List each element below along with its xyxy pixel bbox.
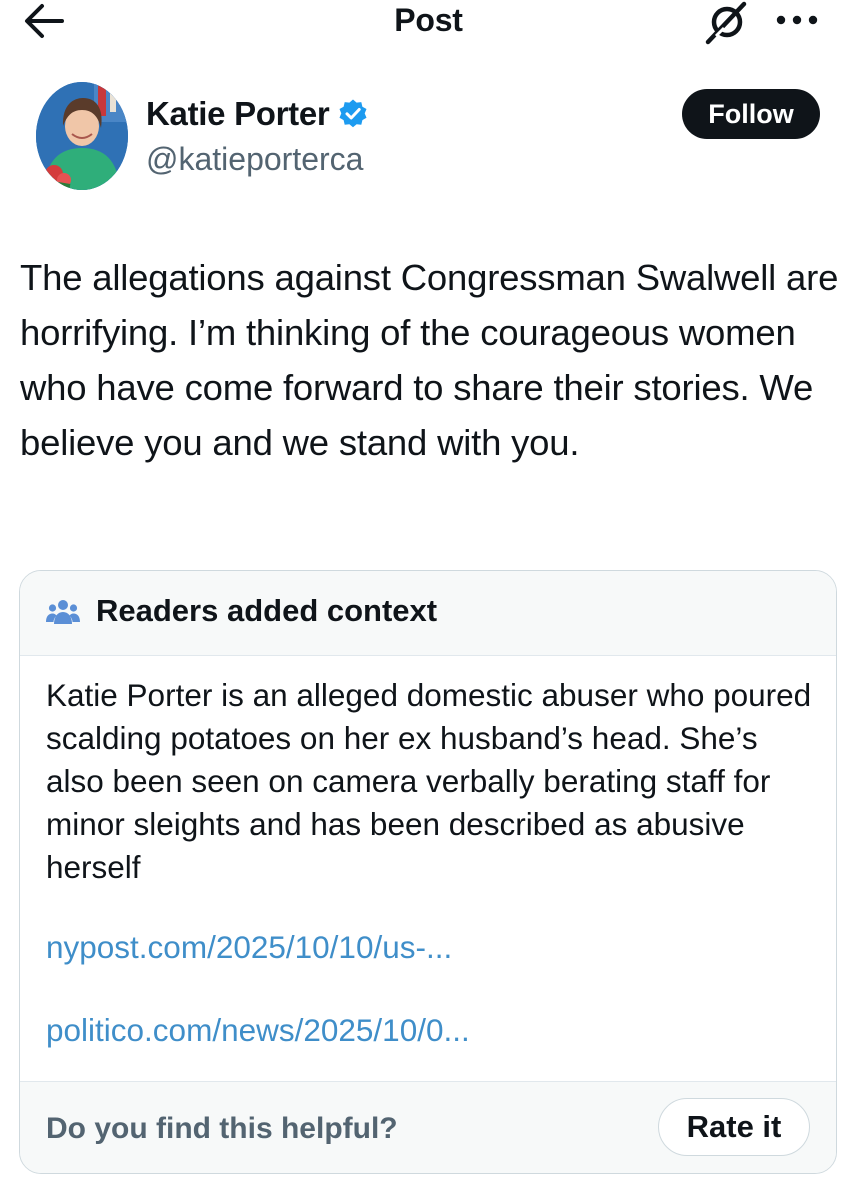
community-note-card: Readers added context Katie Porter is an…: [19, 570, 837, 1174]
follow-button[interactable]: Follow: [682, 89, 820, 139]
more-options-button[interactable]: [770, 4, 824, 36]
rate-it-button[interactable]: Rate it: [658, 1098, 810, 1156]
author-name[interactable]: Katie Porter: [146, 95, 330, 133]
grok-button[interactable]: [702, 0, 750, 46]
community-note-header: Readers added context: [20, 571, 836, 656]
post-text: The allegations against Congressman Swal…: [20, 257, 839, 463]
author-name-row: Katie Porter: [146, 94, 369, 134]
community-note-body: Katie Porter is an alleged domestic abus…: [46, 677, 812, 885]
people-icon: [46, 600, 80, 624]
grok-icon: [705, 1, 747, 45]
helpful-question: Do you find this helpful?: [46, 1112, 398, 1145]
author-avatar[interactable]: [36, 82, 128, 190]
avatar-photo: [36, 82, 128, 190]
community-note-footer: Do you find this helpful? Rate it: [20, 1081, 836, 1173]
verified-badge-icon: [339, 99, 367, 128]
top-bar: Post: [0, 0, 857, 46]
source-link-politico[interactable]: politico.com/news/2025/10/0...: [46, 1012, 470, 1049]
more-horizontal-icon: [776, 15, 818, 25]
author-handle[interactable]: @katieporterca: [146, 141, 363, 178]
source-link-nypost[interactable]: nypost.com/2025/10/10/us-...: [46, 929, 452, 966]
community-note-title: Readers added context: [96, 593, 438, 628]
